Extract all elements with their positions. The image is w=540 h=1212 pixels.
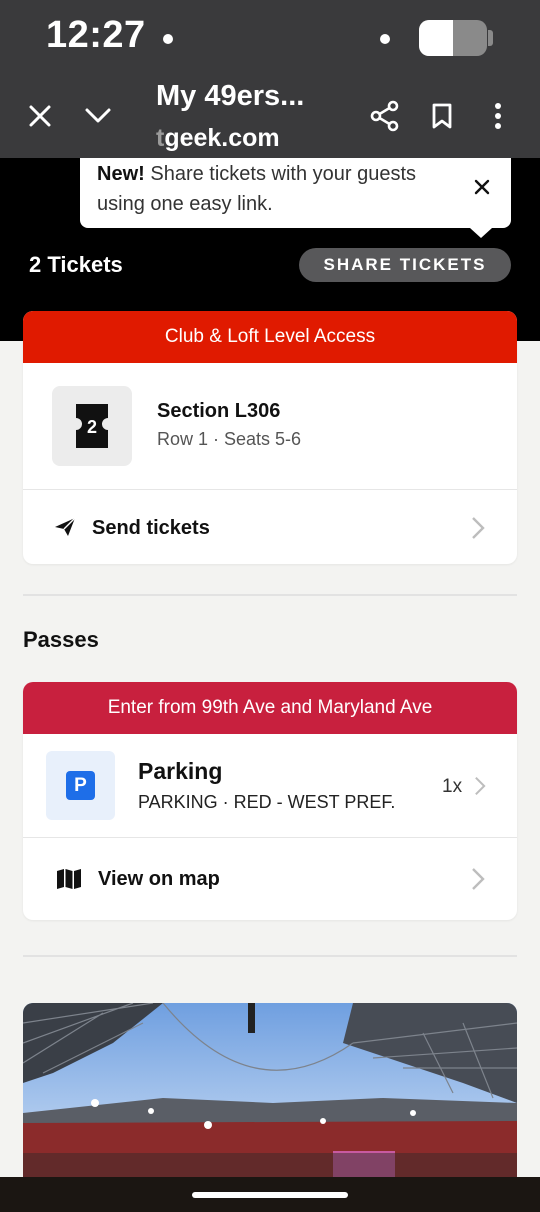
ticket-icon: 2 [76, 404, 108, 448]
status-bar: 12:27 [0, 0, 540, 76]
parking-title: Parking [138, 758, 223, 784]
access-banner: Club & Loft Level Access [23, 311, 517, 363]
tooltip-arrow [470, 228, 492, 238]
map-icon [57, 869, 81, 889]
parking-row[interactable]: P Parking PARKING · RED - WEST PREF. 1x [23, 734, 517, 837]
chevron-right-icon [472, 868, 485, 890]
section-divider [23, 594, 517, 596]
close-icon[interactable] [24, 100, 56, 132]
parking-icon-box: P [46, 751, 115, 820]
close-icon[interactable] [470, 175, 494, 199]
battery-icon [419, 20, 487, 56]
share-tooltip: New! Share tickets with your guests usin… [80, 158, 511, 228]
home-gesture-handle[interactable] [192, 1192, 348, 1198]
tooltip-new-label: New! [97, 163, 145, 185]
entry-banner: Enter from 99th Ave and Maryland Ave [23, 682, 517, 734]
passes-heading: Passes [23, 627, 99, 652]
parking-quantity: 1x [442, 776, 463, 797]
browser-toolbar: My 49ers... tgeek.com [0, 76, 540, 158]
section-title: Section L306 [157, 400, 281, 422]
chevron-right-icon [475, 776, 486, 796]
send-tickets-row[interactable]: Send tickets [23, 490, 517, 564]
tooltip-message: Share tickets with your guests using one… [97, 163, 417, 215]
stadium-image [23, 1003, 517, 1177]
tickets-count: 2 Tickets [29, 252, 123, 277]
status-time: 12:27 [46, 14, 146, 56]
parking-icon: P [66, 771, 95, 800]
send-tickets-label: Send tickets [92, 517, 210, 539]
url-main: geek.com [164, 124, 280, 152]
parking-subtitle: PARKING · RED - WEST PREF. [138, 792, 396, 812]
ticket-icon-box: 2 [52, 386, 132, 466]
section-divider [23, 955, 517, 957]
bookmark-icon[interactable] [428, 100, 456, 132]
more-vert-icon[interactable] [486, 100, 510, 132]
parking-card: Enter from 99th Ave and Maryland Ave P P… [23, 682, 517, 920]
chevron-down-icon[interactable] [80, 100, 116, 132]
view-on-map-row[interactable]: View on map [23, 838, 517, 920]
ticket-card: Club & Loft Level Access 2 Section L306 … [23, 311, 517, 564]
signal-dot-icon [380, 34, 390, 44]
page-url: tgeek.com [156, 124, 280, 153]
tooltip-text: New! Share tickets with your guests usin… [97, 159, 437, 219]
chevron-right-icon [472, 517, 485, 539]
notification-dot-icon [163, 34, 173, 44]
ticket-qty: 2 [87, 417, 97, 437]
seat-info: Row 1 · Seats 5-6 [157, 429, 302, 449]
share-icon[interactable] [368, 98, 402, 134]
send-icon [55, 517, 76, 536]
view-on-map-label: View on map [98, 868, 220, 890]
battery-fill [419, 20, 453, 56]
share-tickets-button[interactable]: SHARE TICKETS [299, 248, 511, 282]
battery-cap [488, 30, 493, 46]
page-title: My 49ers... [156, 80, 305, 112]
